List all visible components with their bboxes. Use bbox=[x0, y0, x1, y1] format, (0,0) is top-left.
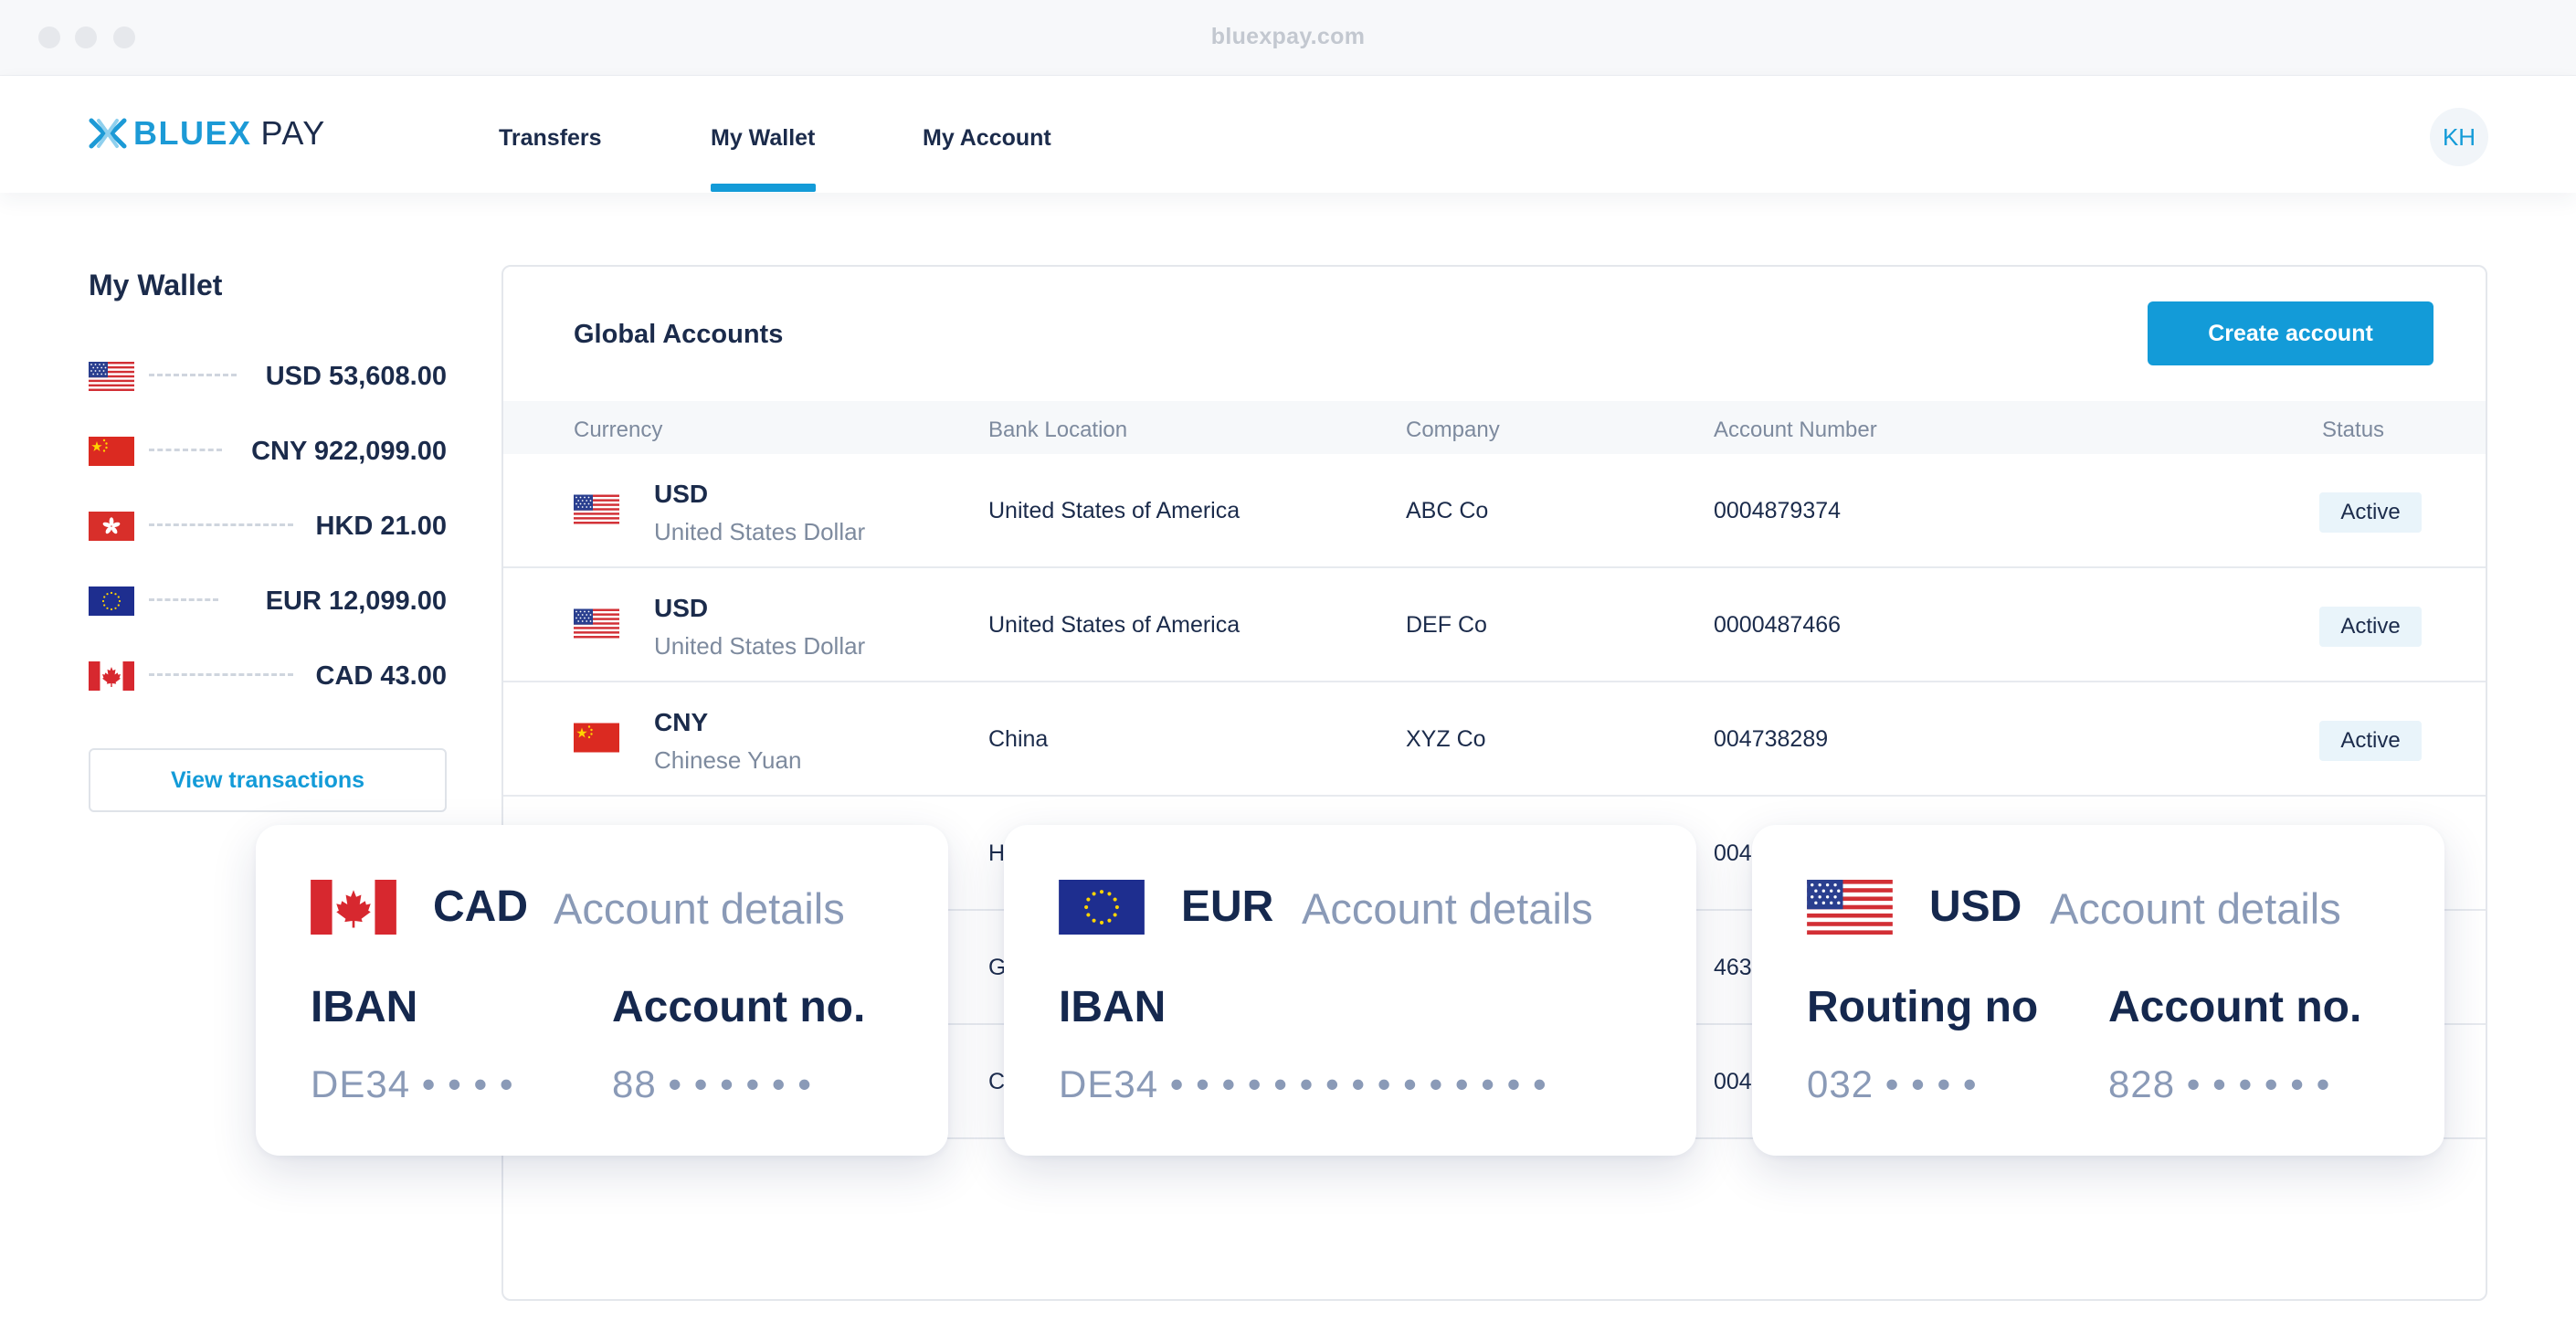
bank-location: United States of America bbox=[988, 612, 1240, 638]
column-header-status[interactable]: Status bbox=[2322, 417, 2384, 443]
us-flag-icon bbox=[574, 608, 619, 639]
cn-flag-icon bbox=[574, 723, 619, 753]
usd-account-details-card[interactable]: USD Account details Routing no 032 • • •… bbox=[1752, 825, 2444, 1156]
account-number: 0004879374 bbox=[1714, 498, 1842, 523]
bluex-logo-icon bbox=[89, 118, 127, 149]
company: ABC Co bbox=[1406, 498, 1489, 523]
card-field-label: Account no. bbox=[612, 983, 866, 1031]
hk-flag-icon bbox=[89, 512, 134, 541]
cad-account-details-card[interactable]: CAD Account details IBAN DE34 • • • • Ac… bbox=[256, 825, 948, 1156]
status-badge: Active bbox=[2319, 492, 2422, 533]
column-header-account-number[interactable]: Account Number bbox=[1714, 417, 1877, 443]
table-row[interactable]: CNY Chinese Yuan China XYZ Co 004738289 … bbox=[503, 682, 2486, 797]
bank-location-fragment: H bbox=[988, 840, 1006, 866]
create-account-button[interactable]: Create account bbox=[2148, 301, 2433, 365]
card-currency-code: EUR bbox=[1181, 882, 1274, 931]
card-field-value: DE34 • • • • bbox=[311, 1062, 514, 1105]
card-field-value: DE34 • • • • • • • • • • • • • • • bbox=[1059, 1062, 1547, 1105]
brand-logo[interactable]: BLUEX PAY bbox=[88, 112, 326, 154]
currency-name: Chinese Yuan bbox=[654, 746, 802, 774]
sidebar-title: My Wallet bbox=[89, 269, 223, 301]
cn-flag-icon bbox=[89, 437, 134, 466]
column-header-currency[interactable]: Currency bbox=[574, 417, 662, 443]
eu-flag-icon bbox=[89, 587, 134, 616]
active-nav-indicator bbox=[711, 184, 816, 192]
us-flag-icon bbox=[89, 362, 134, 391]
table-row[interactable]: USD United States Dollar United States o… bbox=[503, 568, 2486, 682]
bank-location: United States of America bbox=[988, 498, 1240, 523]
wallet-amount: CAD 43.00 bbox=[315, 661, 447, 691]
user-avatar[interactable]: KH bbox=[2430, 108, 2488, 166]
panel-title: Global Accounts bbox=[574, 320, 784, 349]
currency-code: USD bbox=[654, 594, 709, 622]
card-field-label: IBAN bbox=[1059, 983, 1167, 1031]
wallet-amount: EUR 12,099.00 bbox=[265, 587, 447, 616]
brand-name-bluex: BLUEX bbox=[133, 114, 252, 152]
wallet-balance-cad[interactable]: CAD 43.00 bbox=[89, 656, 447, 692]
address-bar-url[interactable]: bluexpay.com bbox=[0, 24, 2576, 50]
account-number: 004738289 bbox=[1714, 726, 1829, 752]
dotted-leader bbox=[149, 523, 293, 526]
account-number: 0000487466 bbox=[1714, 612, 1842, 638]
browser-chrome: bluexpay.com bbox=[0, 0, 2576, 76]
card-field-value: 828 • • • • • • bbox=[2108, 1062, 2331, 1105]
currency-code: CNY bbox=[654, 708, 709, 736]
card-field-value: 032 • • • • bbox=[1807, 1062, 1978, 1105]
wallet-balance-cny[interactable]: CNY 922,099.00 bbox=[89, 431, 447, 468]
card-currency-code: USD bbox=[1929, 882, 2022, 931]
bank-location: China bbox=[988, 726, 1049, 752]
status-badge: Active bbox=[2319, 607, 2422, 647]
column-header-bank-location[interactable]: Bank Location bbox=[988, 417, 1127, 443]
company: DEF Co bbox=[1406, 612, 1487, 638]
us-flag-icon bbox=[1807, 880, 1893, 935]
bank-location-fragment: C bbox=[988, 1069, 1006, 1094]
currency-name: United States Dollar bbox=[654, 632, 866, 660]
card-subtitle: Account details bbox=[554, 884, 845, 933]
view-transactions-button[interactable]: View transactions bbox=[89, 748, 447, 812]
card-currency-code: CAD bbox=[433, 882, 528, 931]
status-badge: Active bbox=[2319, 721, 2422, 761]
wallet-amount: CNY 922,099.00 bbox=[251, 437, 447, 466]
account-number-fragment: 463 bbox=[1714, 955, 1752, 980]
ca-flag-icon bbox=[89, 661, 134, 691]
ca-flag-icon bbox=[311, 880, 396, 935]
wallet-balance-hkd[interactable]: HKD 21.00 bbox=[89, 506, 447, 543]
column-header-company[interactable]: Company bbox=[1406, 417, 1500, 443]
nav-transfers[interactable]: Transfers bbox=[499, 125, 602, 152]
card-subtitle: Account details bbox=[1302, 884, 1593, 933]
dotted-leader bbox=[149, 449, 222, 451]
app-header: BLUEX PAY Transfers My Wallet My Account … bbox=[0, 76, 2576, 193]
eu-flag-icon bbox=[1059, 880, 1145, 935]
currency-name: United States Dollar bbox=[654, 518, 866, 545]
wallet-amount: HKD 21.00 bbox=[315, 512, 447, 541]
currency-code: USD bbox=[654, 480, 709, 508]
wallet-balance-usd[interactable]: USD 53,608.00 bbox=[89, 356, 447, 393]
nav-my-wallet[interactable]: My Wallet bbox=[711, 125, 815, 152]
wallet-balance-eur[interactable]: EUR 12,099.00 bbox=[89, 581, 447, 618]
card-field-label: Routing no bbox=[1807, 983, 2039, 1031]
card-field-value: 88 • • • • • • bbox=[612, 1062, 812, 1105]
company: XYZ Co bbox=[1406, 726, 1486, 752]
table-row[interactable]: USD United States Dollar United States o… bbox=[503, 454, 2486, 568]
wallet-amount: USD 53,608.00 bbox=[265, 362, 447, 391]
account-number-fragment: 004 bbox=[1714, 1069, 1752, 1094]
table-header: Currency Bank Location Company Account N… bbox=[503, 401, 2486, 454]
dotted-leader bbox=[149, 374, 237, 376]
card-field-label: IBAN bbox=[311, 983, 418, 1031]
account-number-fragment: 004 bbox=[1714, 840, 1752, 866]
eur-account-details-card[interactable]: EUR Account details IBAN DE34 • • • • • … bbox=[1004, 825, 1696, 1156]
nav-my-account[interactable]: My Account bbox=[923, 125, 1051, 152]
brand-name-pay: PAY bbox=[260, 114, 326, 152]
card-subtitle: Account details bbox=[2050, 884, 2341, 933]
us-flag-icon bbox=[574, 494, 619, 524]
dotted-leader bbox=[149, 598, 218, 601]
card-field-label: Account no. bbox=[2108, 983, 2362, 1031]
dotted-leader bbox=[149, 673, 293, 676]
